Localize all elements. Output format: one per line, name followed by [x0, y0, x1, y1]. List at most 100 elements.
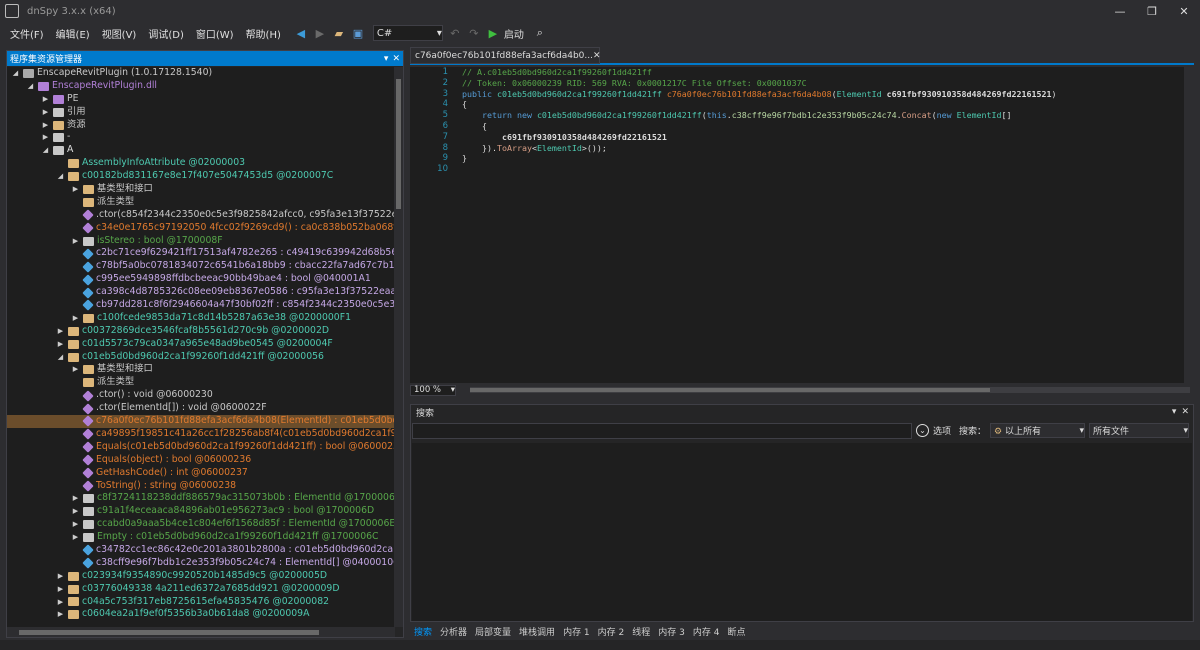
tree-node[interactable]: Equals(object) : bool @06000236 [7, 454, 395, 467]
tree-node[interactable]: ▶ - [7, 131, 395, 144]
forward-icon[interactable]: ▶ [312, 25, 328, 41]
tree-node[interactable]: ▶ Empty : c01eb5d0bd960d2ca1f99260f1dd421… [7, 531, 395, 544]
expand-icon[interactable]: ▶ [41, 93, 50, 106]
bottom-tab[interactable]: 内存 2 [594, 625, 629, 638]
tree-node[interactable]: c38cff9e96f7bdb1c2e353f9b05c24c74 : Elem… [7, 557, 395, 570]
back-icon[interactable]: ◀ [293, 25, 309, 41]
scroll-thumb[interactable] [470, 388, 990, 392]
menu-help[interactable]: 帮助(H) [240, 26, 287, 41]
menu-debug[interactable]: 调试(D) [142, 26, 190, 41]
panel-close-icon[interactable]: ✕ [392, 54, 400, 64]
assembly-list-icon[interactable]: ▣ [350, 25, 366, 41]
file-filter-select[interactable]: 所有文件 ▾ [1089, 423, 1190, 438]
search-scope-select[interactable]: ⚙ 以上所有 ▾ [990, 423, 1086, 438]
tree-node[interactable]: Equals(c01eb5d0bd960d2ca1f99260f1dd421ff… [7, 441, 395, 454]
panel-menu-icon[interactable]: ▾ [384, 54, 389, 64]
collapse-icon[interactable]: ◢ [11, 67, 20, 80]
expand-icon[interactable]: ▶ [71, 518, 80, 531]
bottom-tab[interactable]: 断点 [723, 625, 749, 638]
code-line[interactable]: }).ToArray<ElementId>()); [462, 143, 1182, 154]
tree-node[interactable]: ca49895f19851c41a26cc1f28256ab8f4(c01eb5… [7, 428, 395, 441]
tree-node[interactable]: .ctor() : void @06000230 [7, 389, 395, 402]
expand-icon[interactable]: ▶ [41, 106, 50, 119]
panel-close-icon[interactable]: ✕ [1181, 407, 1189, 417]
menu-view[interactable]: 视图(V) [96, 26, 143, 41]
tree-node[interactable]: ◢ A [7, 144, 395, 157]
tree-node[interactable]: ◢ c01eb5d0bd960d2ca1f99260f1dd421ff @0200… [7, 351, 395, 364]
expand-icon[interactable]: ▶ [71, 235, 80, 248]
close-tab-icon[interactable]: ✕ [593, 51, 601, 61]
tree-node[interactable]: ▶ c04a5c753f317eb8725615efa45835476 @0200… [7, 596, 395, 609]
bottom-tab[interactable]: 线程 [628, 625, 654, 638]
tree-node[interactable]: c34e0e1765c97192050 4fcc02f9269cd9() : c… [7, 222, 395, 235]
tree-node[interactable]: ▶ c100fcede9853da71c8d14b5287a63e38 @0200… [7, 312, 395, 325]
tree-node[interactable]: ▶ 引用 [7, 106, 395, 119]
search-input[interactable] [412, 423, 912, 439]
scroll-thumb[interactable] [19, 630, 319, 635]
code-vertical-scrollbar[interactable] [1184, 67, 1194, 383]
tree-node[interactable]: AssemblyInfoAttribute @02000003 [7, 157, 395, 170]
code-line[interactable]: // Token: 0x06000239 RID: 569 RVA: 0x000… [462, 78, 1182, 89]
run-label[interactable]: 启动 [504, 26, 524, 41]
code-horizontal-scrollbar[interactable] [470, 387, 1190, 393]
expand-icon[interactable]: ▶ [56, 325, 65, 338]
scroll-thumb[interactable] [396, 79, 401, 209]
tree-node[interactable]: ◢ EnscapeRevitPlugin (1.0.17128.1540) [7, 67, 395, 80]
tree-node[interactable]: GetHashCode() : int @06000237 [7, 467, 395, 480]
language-select[interactable]: C# ▾ [372, 25, 443, 41]
collapse-icon[interactable]: ◢ [41, 144, 50, 157]
tree-vertical-scrollbar[interactable] [394, 67, 403, 627]
expand-icon[interactable]: ▶ [71, 363, 80, 376]
tree-node[interactable]: ▶ c0604ea2a1f9ef0f5356b3a0b61da8 @0200009… [7, 608, 395, 621]
code-line[interactable]: { [462, 121, 1182, 132]
panel-menu-icon[interactable]: ▾ [1172, 407, 1177, 417]
tree-node[interactable]: c995ee5949898ffdbcbeeac90bb49bae4 : bool… [7, 273, 395, 286]
bottom-tab[interactable]: 局部变量 [471, 625, 515, 638]
code-line[interactable]: // A.c01eb5d0bd960d2ca1f99260f1dd421ff [462, 67, 1182, 78]
restore-icon[interactable]: ❐ [1136, 0, 1168, 22]
tree-node[interactable]: ▶ 基类型和接口 [7, 183, 395, 196]
redo-icon[interactable]: ↷ [466, 25, 482, 41]
run-icon[interactable]: ▶ [485, 25, 501, 41]
code-line[interactable]: { [462, 99, 1182, 110]
bottom-tab[interactable]: 堆栈调用 [515, 625, 559, 638]
menu-file[interactable]: 文件(F) [4, 26, 50, 41]
tree-node[interactable]: c78bf5a0bc0781834072c6541b6a18bb9 : cbac… [7, 260, 395, 273]
expand-icon[interactable]: ▶ [71, 531, 80, 544]
code-editor[interactable]: 1 2 3 4 5 6 7 8 9 10 // A.c01eb5d0bd960d2ca1f9926… [410, 67, 1194, 383]
tree-node[interactable]: 派生类型 [7, 376, 395, 389]
bottom-tab[interactable]: 内存 3 [654, 625, 689, 638]
tree-node[interactable]: 派生类型 [7, 196, 395, 209]
close-icon[interactable]: ✕ [1168, 0, 1200, 22]
undo-icon[interactable]: ↶ [447, 25, 463, 41]
code-line[interactable]: } [462, 153, 1182, 164]
expand-icon[interactable]: ▶ [56, 570, 65, 583]
search-icon[interactable]: ⌕ [532, 25, 548, 41]
tree-node[interactable]: ca398c4d8785326c08ee09eb8367e0586 : c95f… [7, 286, 395, 299]
tree-node[interactable]: ▶ isStereo : bool @1700008F [7, 235, 395, 248]
code-line[interactable]: c691fbf930910358d484269fd22161521 [462, 132, 1182, 143]
code-tab[interactable]: c76a0f0ec76b101fd88efa3acf6da4b0... ✕ [410, 47, 601, 64]
open-icon[interactable]: ▰ [331, 25, 347, 41]
expand-icon[interactable]: ▶ [71, 312, 80, 325]
expand-icon[interactable]: ▶ [56, 596, 65, 609]
bottom-tab[interactable]: 内存 4 [689, 625, 724, 638]
code-line[interactable] [462, 164, 1182, 175]
search-results[interactable] [412, 443, 1192, 621]
tree-node[interactable]: ▶ c023934f9354890c9920520b1485d9c5 @02000… [7, 570, 395, 583]
bottom-tab[interactable]: 搜索 [410, 625, 436, 638]
tree-node[interactable]: ▶ 资源 [7, 119, 395, 132]
zoom-select[interactable]: 100 % ▾ [410, 384, 456, 396]
tree-node[interactable]: ▶ PE [7, 93, 395, 106]
code-line[interactable]: return new c01eb5d0bd960d2ca1f99260f1dd4… [462, 110, 1182, 121]
expand-icon[interactable]: ▶ [41, 131, 50, 144]
assembly-tree[interactable]: ◢ EnscapeRevitPlugin (1.0.17128.1540) ◢ Ens… [7, 67, 395, 627]
tree-node[interactable]: ToString() : string @06000238 [7, 480, 395, 493]
expand-icon[interactable]: ▶ [56, 583, 65, 596]
tree-node[interactable]: ▶ c91a1f4eceaaca84896ab01e956273ac9 : boo… [7, 505, 395, 518]
tree-node[interactable]: ◢ EnscapeRevitPlugin.dll [7, 80, 395, 93]
tree-node[interactable]: c2bc71ce9f629421ff17513af4782e265 : c494… [7, 247, 395, 260]
code-line[interactable]: public c01eb5d0bd960d2ca1f99260f1dd421ff… [462, 89, 1182, 100]
tree-node[interactable]: .ctor(ElementId[]) : void @0600022F [7, 402, 395, 415]
tree-node[interactable]: ▶ ccabd0a9aaa5b4ce1c804ef6f1568d85f : Ele… [7, 518, 395, 531]
